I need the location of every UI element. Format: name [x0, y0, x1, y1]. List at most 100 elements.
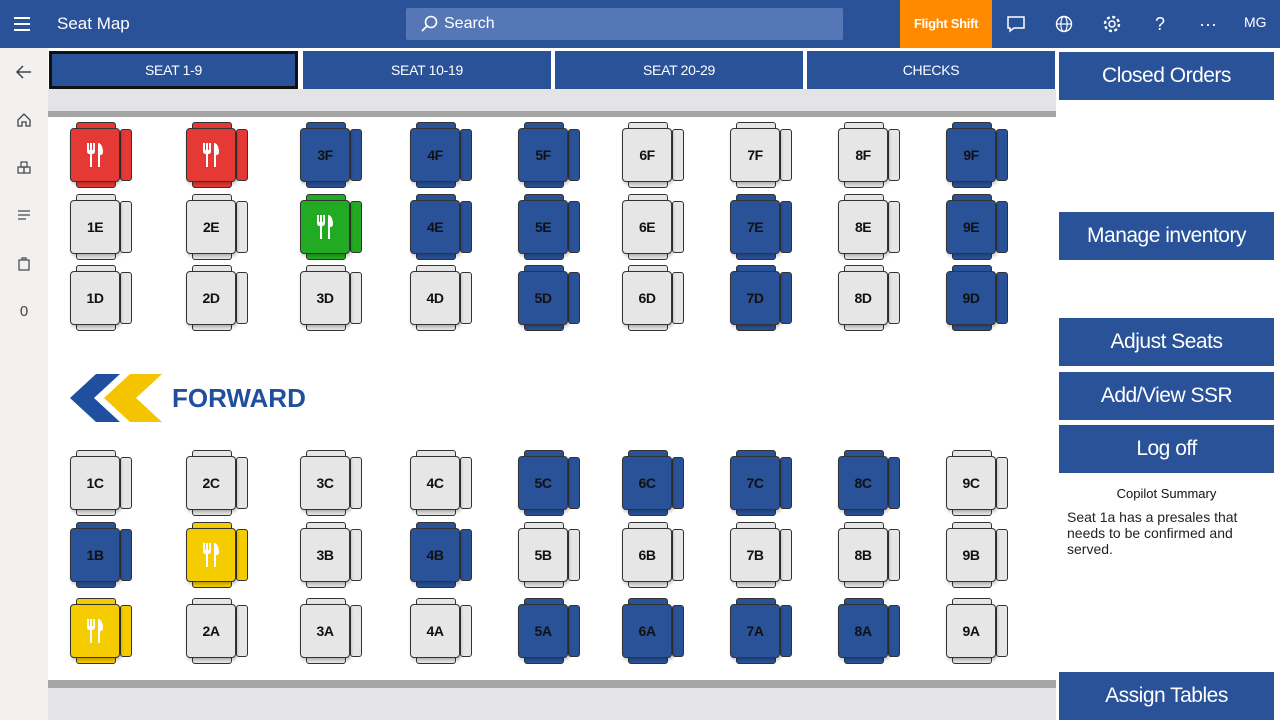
seat-4c[interactable]: 4C [408, 450, 474, 516]
home-icon[interactable] [0, 105, 48, 135]
seat-4a[interactable]: 4A [408, 598, 474, 664]
bag-icon[interactable] [0, 248, 48, 278]
seat-label: 8A [854, 623, 872, 639]
seat-5a[interactable]: 5A [516, 598, 582, 664]
seat-label: 5E [534, 219, 552, 235]
seat-label: 2E [202, 219, 220, 235]
seat-5b[interactable]: 5B [516, 522, 582, 588]
seat-arm [780, 529, 792, 581]
boxes-icon[interactable] [0, 153, 48, 183]
closed-orders-button[interactable]: Closed Orders [1059, 52, 1274, 100]
manage-inventory-button[interactable]: Manage inventory [1059, 212, 1274, 260]
seat-6f[interactable]: 6F [620, 122, 686, 188]
tab-seat-10-19[interactable]: SEAT 10-19 [303, 51, 551, 89]
seat-6e[interactable]: 6E [620, 194, 686, 260]
gear-icon[interactable] [1100, 12, 1124, 36]
seat-arm [568, 201, 580, 253]
seat-cushion: 5C [518, 456, 568, 510]
globe-icon[interactable] [1052, 12, 1076, 36]
seat-3e[interactable] [298, 194, 364, 260]
seat-8a[interactable]: 8A [836, 598, 902, 664]
seat-cushion [70, 128, 120, 182]
seat-4b[interactable]: 4B [408, 522, 474, 588]
flight-shift-button[interactable]: Flight Shift [900, 0, 992, 48]
seat-6c[interactable]: 6C [620, 450, 686, 516]
seat-1f[interactable] [68, 122, 134, 188]
seat-9f[interactable]: 9F [944, 122, 1010, 188]
chat-icon[interactable] [1004, 12, 1028, 36]
seat-4f[interactable]: 4F [408, 122, 474, 188]
seat-9d[interactable]: 9D [944, 265, 1010, 331]
tab-seat-20-29[interactable]: SEAT 20-29 [555, 51, 803, 89]
seat-arm [780, 605, 792, 657]
log-off-button[interactable]: Log off [1059, 425, 1274, 473]
seat-8b[interactable]: 8B [836, 522, 902, 588]
seat-3a[interactable]: 3A [298, 598, 364, 664]
seat-4d[interactable]: 4D [408, 265, 474, 331]
seat-cushion: 6E [622, 200, 672, 254]
seat-2d[interactable]: 2D [184, 265, 250, 331]
seat-5f[interactable]: 5F [516, 122, 582, 188]
seat-5c[interactable]: 5C [516, 450, 582, 516]
tab-checks[interactable]: CHECKS [807, 51, 1055, 89]
seat-3c[interactable]: 3C [298, 450, 364, 516]
seat-2f[interactable] [184, 122, 250, 188]
seat-9e[interactable]: 9E [944, 194, 1010, 260]
add-view-ssr-button[interactable]: Add/View SSR [1059, 372, 1274, 420]
seat-8d[interactable]: 8D [836, 265, 902, 331]
back-arrow-icon[interactable] [0, 57, 48, 87]
seat-label: 1D [86, 290, 104, 306]
seat-label: 9E [962, 219, 980, 235]
seat-label: 4C [426, 475, 444, 491]
seat-label: 1E [86, 219, 104, 235]
seat-7e[interactable]: 7E [728, 194, 794, 260]
seat-7a[interactable]: 7A [728, 598, 794, 664]
seat-cushion: 5D [518, 271, 568, 325]
seat-5d[interactable]: 5D [516, 265, 582, 331]
seat-3d[interactable]: 3D [298, 265, 364, 331]
search-placeholder: Search [444, 15, 495, 32]
seat-8c[interactable]: 8C [836, 450, 902, 516]
seat-1e[interactable]: 1E [68, 194, 134, 260]
seat-1d[interactable]: 1D [68, 265, 134, 331]
seat-6d[interactable]: 6D [620, 265, 686, 331]
seat-7f[interactable]: 7F [728, 122, 794, 188]
seat-2c[interactable]: 2C [184, 450, 250, 516]
seat-3f[interactable]: 3F [298, 122, 364, 188]
help-icon[interactable]: ? [1148, 12, 1172, 36]
seat-7c[interactable]: 7C [728, 450, 794, 516]
seat-1c[interactable]: 1C [68, 450, 134, 516]
seat-7d[interactable]: 7D [728, 265, 794, 331]
assign-tables-button[interactable]: Assign Tables [1059, 672, 1274, 720]
seat-8f[interactable]: 8F [836, 122, 902, 188]
seat-cushion: 1E [70, 200, 120, 254]
seat-6a[interactable]: 6A [620, 598, 686, 664]
seat-label: 6F [639, 147, 655, 163]
seat-2b[interactable] [184, 522, 250, 588]
avatar[interactable]: MG [1244, 14, 1267, 30]
seat-8e[interactable]: 8E [836, 194, 902, 260]
seat-5e[interactable]: 5E [516, 194, 582, 260]
map-top-divider [48, 111, 1056, 117]
search-box[interactable]: Search [406, 8, 843, 40]
tab-seat-1-9[interactable]: SEAT 1-9 [49, 51, 298, 89]
seat-2a[interactable]: 2A [184, 598, 250, 664]
more-icon[interactable]: ··· [1196, 12, 1220, 36]
seat-1b[interactable]: 1B [68, 522, 134, 588]
seat-1a[interactable] [68, 598, 134, 664]
seat-2e[interactable]: 2E [184, 194, 250, 260]
seat-9b[interactable]: 9B [944, 522, 1010, 588]
top-bar: Seat Map Search Flight Shift ? ··· MG [0, 0, 1280, 48]
list-icon[interactable] [0, 200, 48, 230]
seat-cushion: 2A [186, 604, 236, 658]
seat-4e[interactable]: 4E [408, 194, 474, 260]
seat-6b[interactable]: 6B [620, 522, 686, 588]
seat-9a[interactable]: 9A [944, 598, 1010, 664]
seat-9c[interactable]: 9C [944, 450, 1010, 516]
seat-3b[interactable]: 3B [298, 522, 364, 588]
hamburger-menu-icon[interactable] [14, 14, 36, 34]
seat-cushion: 6D [622, 271, 672, 325]
meal-icon [87, 143, 103, 167]
adjust-seats-button[interactable]: Adjust Seats [1059, 318, 1274, 366]
seat-7b[interactable]: 7B [728, 522, 794, 588]
